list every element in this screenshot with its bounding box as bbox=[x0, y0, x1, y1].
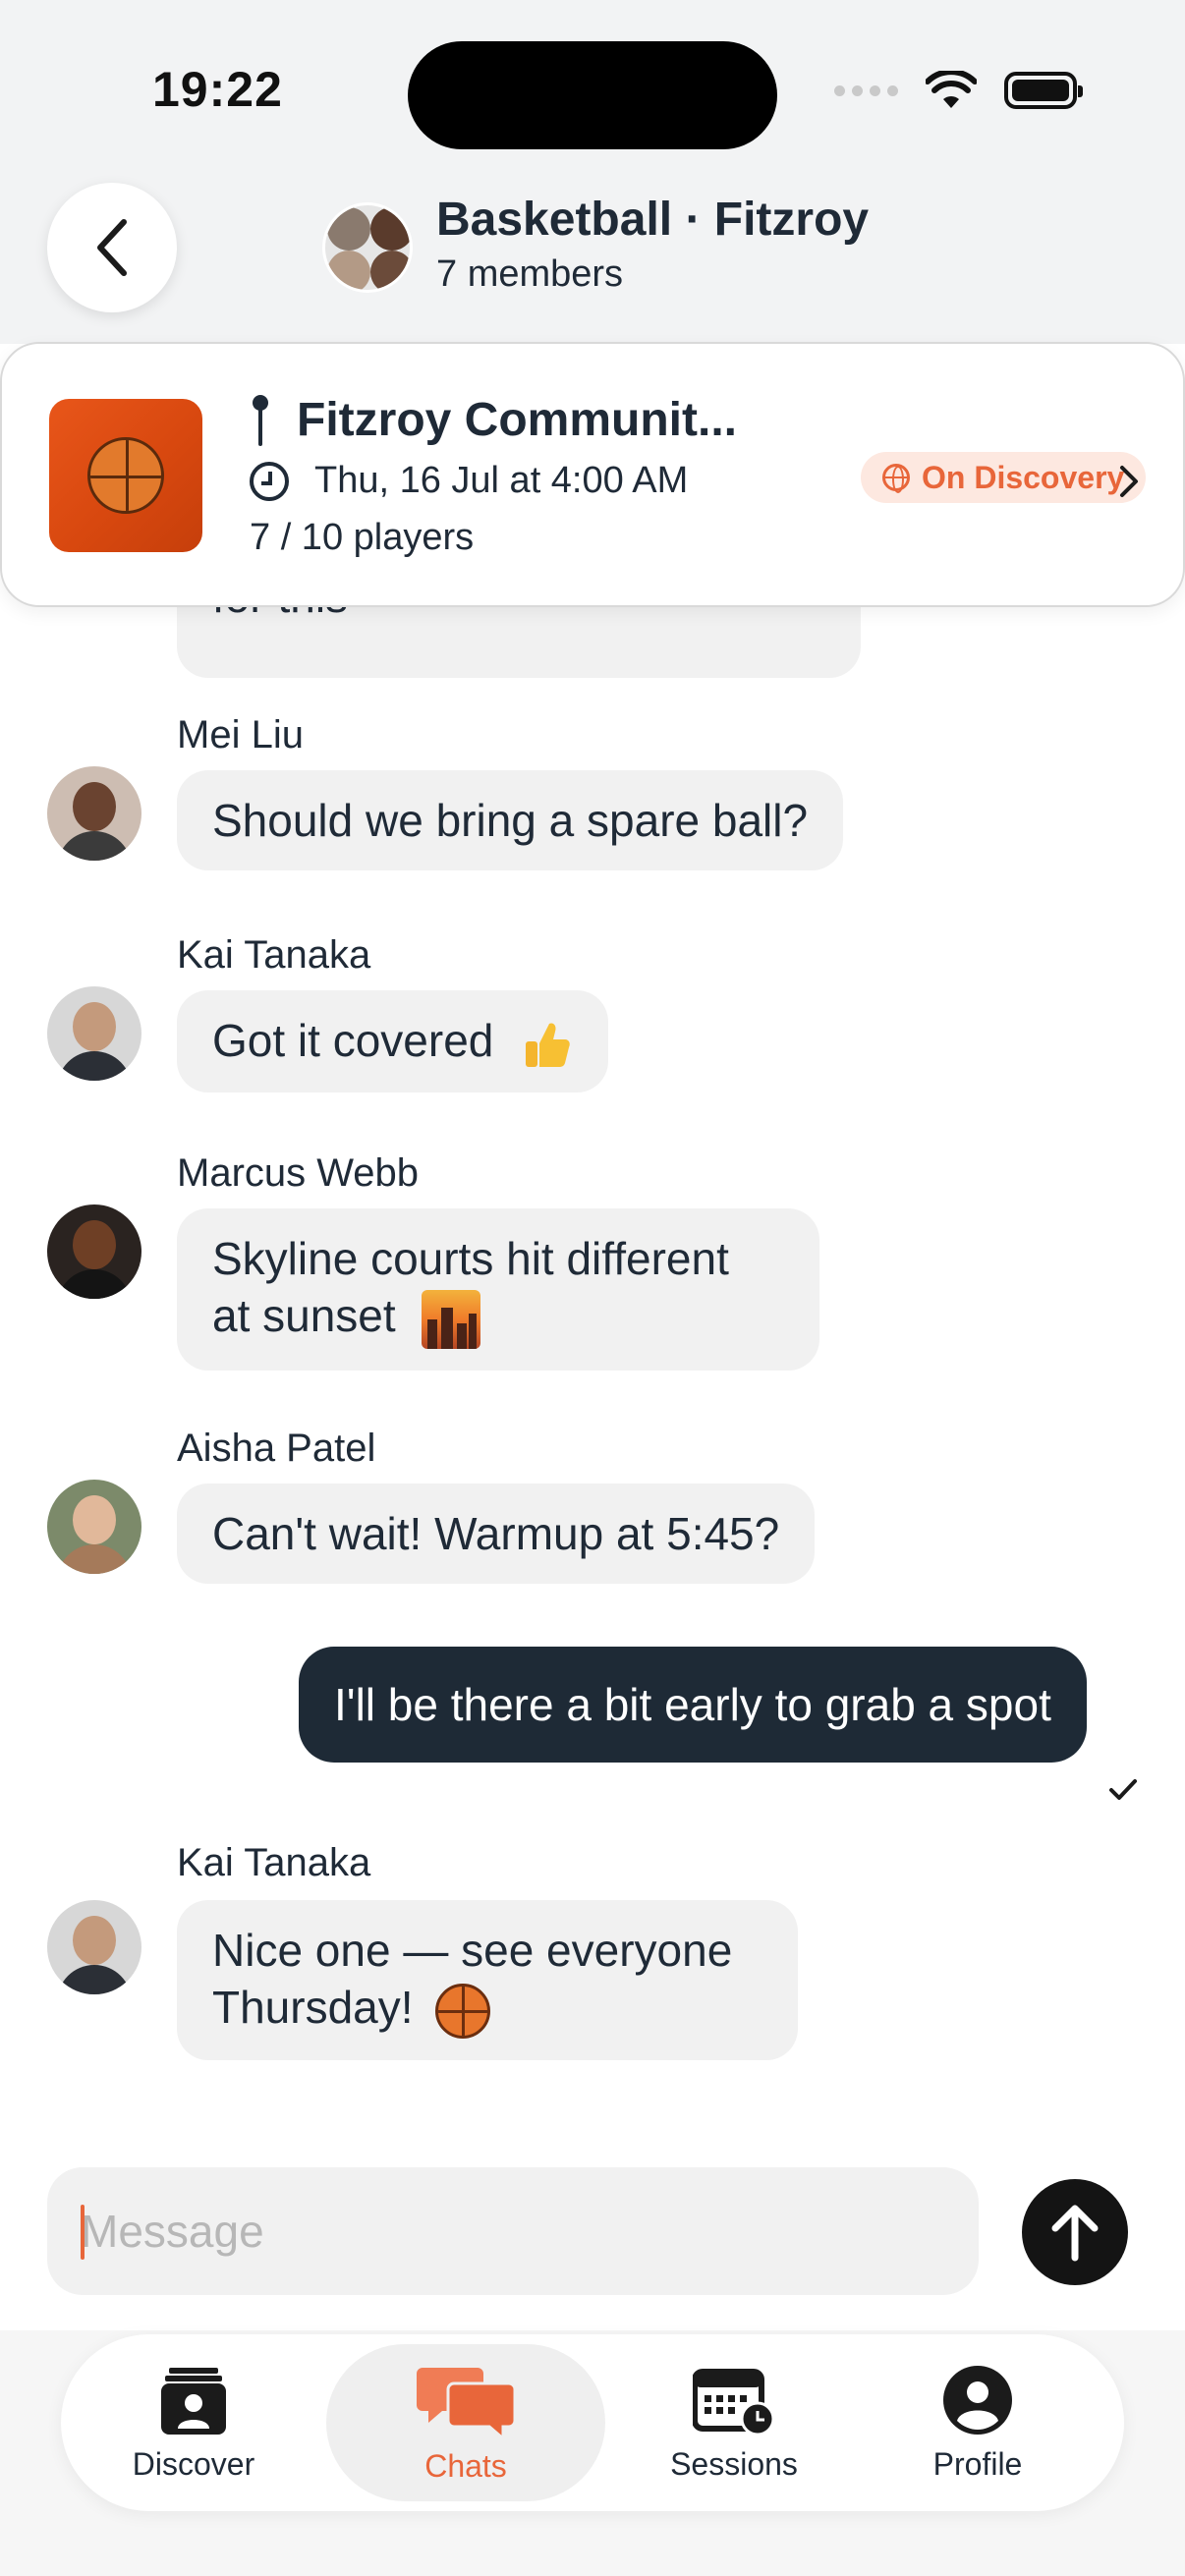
basketball-icon bbox=[87, 437, 164, 514]
sender-name: Kai Tanaka bbox=[177, 933, 371, 977]
message-text: I'll be there a bit early to grab a spot bbox=[334, 1679, 1051, 1730]
text-caret bbox=[81, 2205, 85, 2260]
sessions-icon bbox=[693, 2368, 775, 2436]
tab-label: Sessions bbox=[670, 2445, 798, 2482]
sport-thumbnail bbox=[49, 399, 202, 552]
avatar[interactable] bbox=[47, 986, 141, 1081]
message-bubble: Should we bring a spare ball? bbox=[177, 770, 844, 870]
thumbs-up-icon bbox=[526, 1023, 570, 1067]
message-list[interactable]: for this Mei Liu Should we bring a spare… bbox=[0, 589, 1185, 2130]
avatar[interactable] bbox=[47, 1480, 141, 1574]
status-time: 19:22 bbox=[152, 62, 283, 117]
wifi-icon bbox=[926, 71, 977, 108]
outgoing-message-bubble: I'll be there a bit early to grab a spot bbox=[299, 1647, 1087, 1763]
cellular-signal-icon bbox=[834, 84, 898, 96]
message-text-line: Thursday! bbox=[212, 1982, 414, 2033]
member-count: 7 members bbox=[436, 253, 624, 295]
tab-label: Profile bbox=[932, 2445, 1023, 2482]
sender-name: Marcus Webb bbox=[177, 1151, 420, 1195]
chevron-right-icon[interactable] bbox=[1118, 464, 1140, 499]
avatar[interactable] bbox=[47, 1204, 141, 1299]
chevron-left-icon bbox=[97, 219, 127, 276]
venue-name: Fitzroy Communit... bbox=[297, 394, 737, 446]
battery-icon bbox=[1004, 72, 1083, 109]
dynamic-island bbox=[408, 41, 777, 149]
discover-icon bbox=[161, 2367, 226, 2435]
message-text: Got it covered bbox=[212, 1015, 494, 1066]
sender-name: Aisha Patel bbox=[177, 1427, 376, 1470]
back-button[interactable] bbox=[47, 183, 177, 312]
players-count: 7 / 10 players bbox=[250, 517, 475, 558]
message-text-line: Skyline courts hit different bbox=[212, 1233, 729, 1284]
message-bubble: Skyline courts hit different at sunset bbox=[177, 1208, 819, 1371]
message-text: Can't wait! Warmup at 5:45? bbox=[212, 1508, 780, 1559]
avatar[interactable] bbox=[47, 1900, 141, 1994]
tab-profile[interactable]: Profile bbox=[865, 2344, 1091, 2501]
message-input[interactable] bbox=[47, 2167, 979, 2295]
avatar[interactable] bbox=[47, 766, 141, 861]
arrow-up-icon bbox=[1051, 2205, 1099, 2262]
globe-icon bbox=[882, 464, 910, 493]
profile-icon bbox=[943, 2365, 1012, 2435]
tab-sessions[interactable]: Sessions bbox=[623, 2344, 845, 2501]
venue-row: Fitzroy Communit... bbox=[250, 393, 737, 447]
tab-bar: Discover Chats Sessions Profile bbox=[61, 2334, 1124, 2511]
tab-discover[interactable]: Discover bbox=[81, 2344, 307, 2501]
discovery-badge[interactable]: On Discovery bbox=[861, 452, 1147, 503]
message-bubble: Got it covered bbox=[177, 990, 609, 1092]
tab-chats[interactable]: Chats bbox=[326, 2344, 605, 2501]
sunset-city-icon bbox=[422, 1289, 481, 1349]
sender-name: Mei Liu bbox=[177, 713, 304, 756]
message-text-line: Nice one — see everyone bbox=[212, 1925, 733, 1976]
session-date: Thu, 16 Jul at 4:00 AM bbox=[314, 460, 689, 501]
message-bubble: Can't wait! Warmup at 5:45? bbox=[177, 1484, 816, 1584]
status-icons bbox=[834, 71, 1083, 110]
message-bubble: Nice one — see everyone Thursday! bbox=[177, 1900, 798, 2060]
send-button[interactable] bbox=[1022, 2179, 1128, 2285]
discovery-badge-label: On Discovery bbox=[922, 459, 1125, 495]
session-card[interactable]: Fitzroy Communit... Thu, 16 Jul at 4:00 … bbox=[0, 342, 1185, 607]
tab-label: Chats bbox=[424, 2447, 507, 2484]
chats-icon bbox=[417, 2367, 515, 2438]
basketball-emoji-icon bbox=[435, 1983, 491, 2039]
message-text: Should we bring a spare ball? bbox=[212, 795, 809, 846]
chat-title[interactable]: Basketball · Fitzroy bbox=[436, 193, 869, 247]
tab-label: Discover bbox=[132, 2445, 255, 2482]
clock-icon bbox=[250, 461, 289, 501]
checkmark-icon bbox=[1109, 1779, 1137, 1800]
group-avatar[interactable] bbox=[322, 202, 413, 293]
sender-name: Kai Tanaka bbox=[177, 1841, 371, 1884]
chat-screen: 19:22 Basketball · Fitzroy 7 members Fit… bbox=[0, 0, 1185, 2576]
date-row: Thu, 16 Jul at 4:00 AM bbox=[250, 460, 688, 502]
location-pin-icon bbox=[250, 394, 271, 446]
message-text-line: at sunset bbox=[212, 1290, 396, 1341]
